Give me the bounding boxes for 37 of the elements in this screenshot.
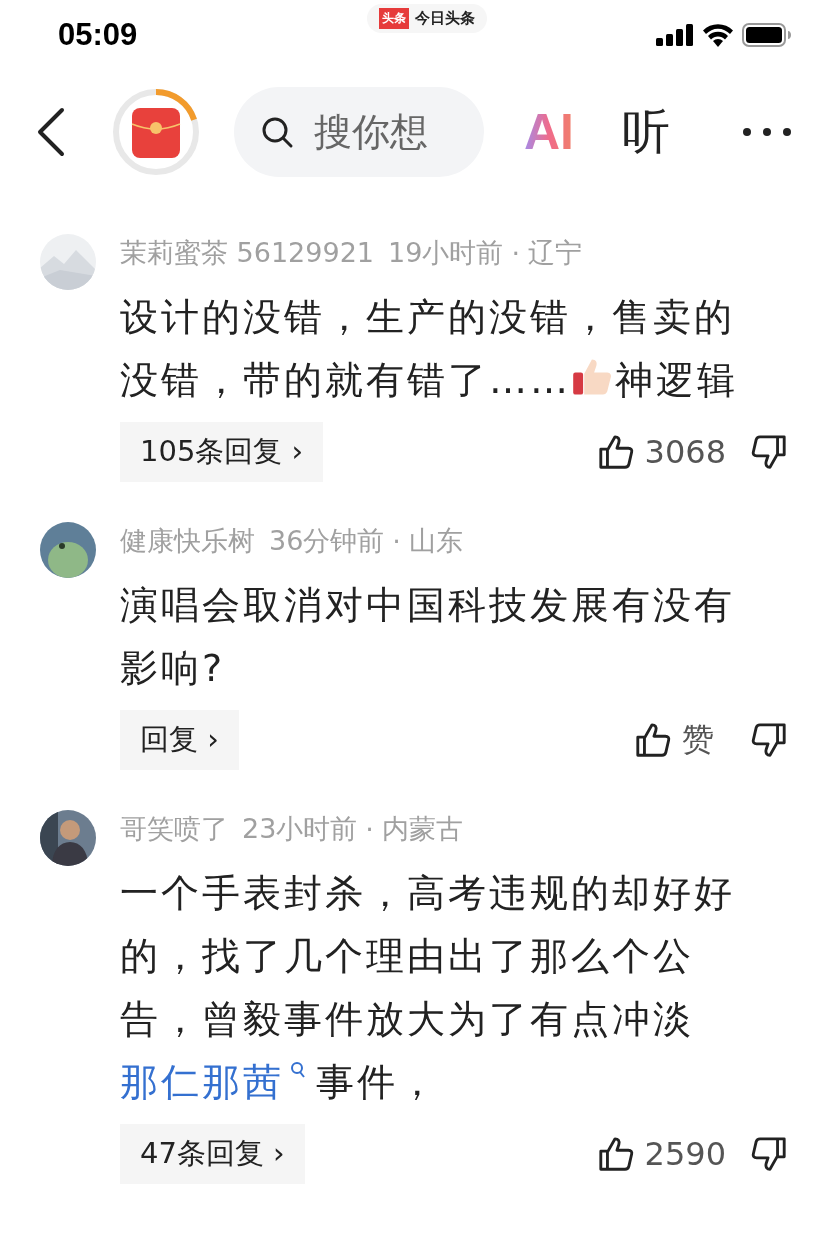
separator-dot: · bbox=[511, 237, 520, 269]
like-count: 3068 bbox=[644, 433, 726, 471]
app-logo-badge: 头条 bbox=[378, 7, 409, 29]
comment-time: 36分钟前 bbox=[269, 524, 385, 558]
thumbs-up-icon[interactable] bbox=[634, 721, 672, 759]
like-count: 赞 bbox=[682, 719, 715, 760]
comment-text: 设计的没错，生产的没错，售卖的没错，带的就有错了…… 神逻辑 bbox=[120, 294, 739, 404]
thumbs-down-icon[interactable] bbox=[750, 1135, 788, 1173]
comment-location: 山东 bbox=[408, 524, 463, 558]
app-name: 今日头条 bbox=[414, 8, 475, 28]
comment-time: 23小时前 bbox=[242, 812, 358, 846]
thumbs-down-icon[interactable] bbox=[750, 433, 788, 471]
search-link[interactable]: 那仁那茜 bbox=[120, 1060, 284, 1104]
like-count: 2590 bbox=[644, 1135, 726, 1173]
thumbs-down-icon[interactable] bbox=[750, 721, 788, 759]
separator-dot: · bbox=[365, 813, 374, 845]
comment-location: 内蒙古 bbox=[381, 812, 463, 846]
thumbs-up-icon[interactable] bbox=[596, 1135, 635, 1173]
status-time: 05:09 bbox=[58, 17, 138, 53]
wifi-icon bbox=[702, 23, 734, 47]
app-pill[interactable]: 头条 今日头条 bbox=[366, 3, 487, 33]
replies-button[interactable]: 47条回复 › bbox=[120, 1124, 305, 1184]
replies-button[interactable]: 回复 › bbox=[120, 710, 239, 770]
more-icon[interactable] bbox=[742, 127, 792, 137]
comment-text: 演唱会取消对中国科技发展有没有影响? bbox=[120, 582, 736, 692]
signal-icon bbox=[656, 24, 694, 46]
battery-icon bbox=[742, 23, 792, 47]
replies-button[interactable]: 105条回复 › bbox=[120, 422, 324, 482]
search-icon bbox=[260, 115, 294, 149]
thumbs-up-icon[interactable] bbox=[596, 433, 635, 471]
listen-button[interactable]: 听 bbox=[622, 100, 670, 164]
comment-location: 辽宁 bbox=[527, 236, 582, 270]
comment-time: 19小时前 bbox=[388, 236, 504, 270]
comment-text: 一个手表封杀，高考违规的却好好的，找了几个理由出了那么个公告，曾毅事件放大为了有点冲淡 那仁那茜 事件， bbox=[120, 870, 736, 1106]
back-icon[interactable] bbox=[36, 107, 66, 157]
search-field[interactable]: 搜你想 bbox=[234, 87, 484, 177]
separator-dot: · bbox=[392, 525, 401, 557]
